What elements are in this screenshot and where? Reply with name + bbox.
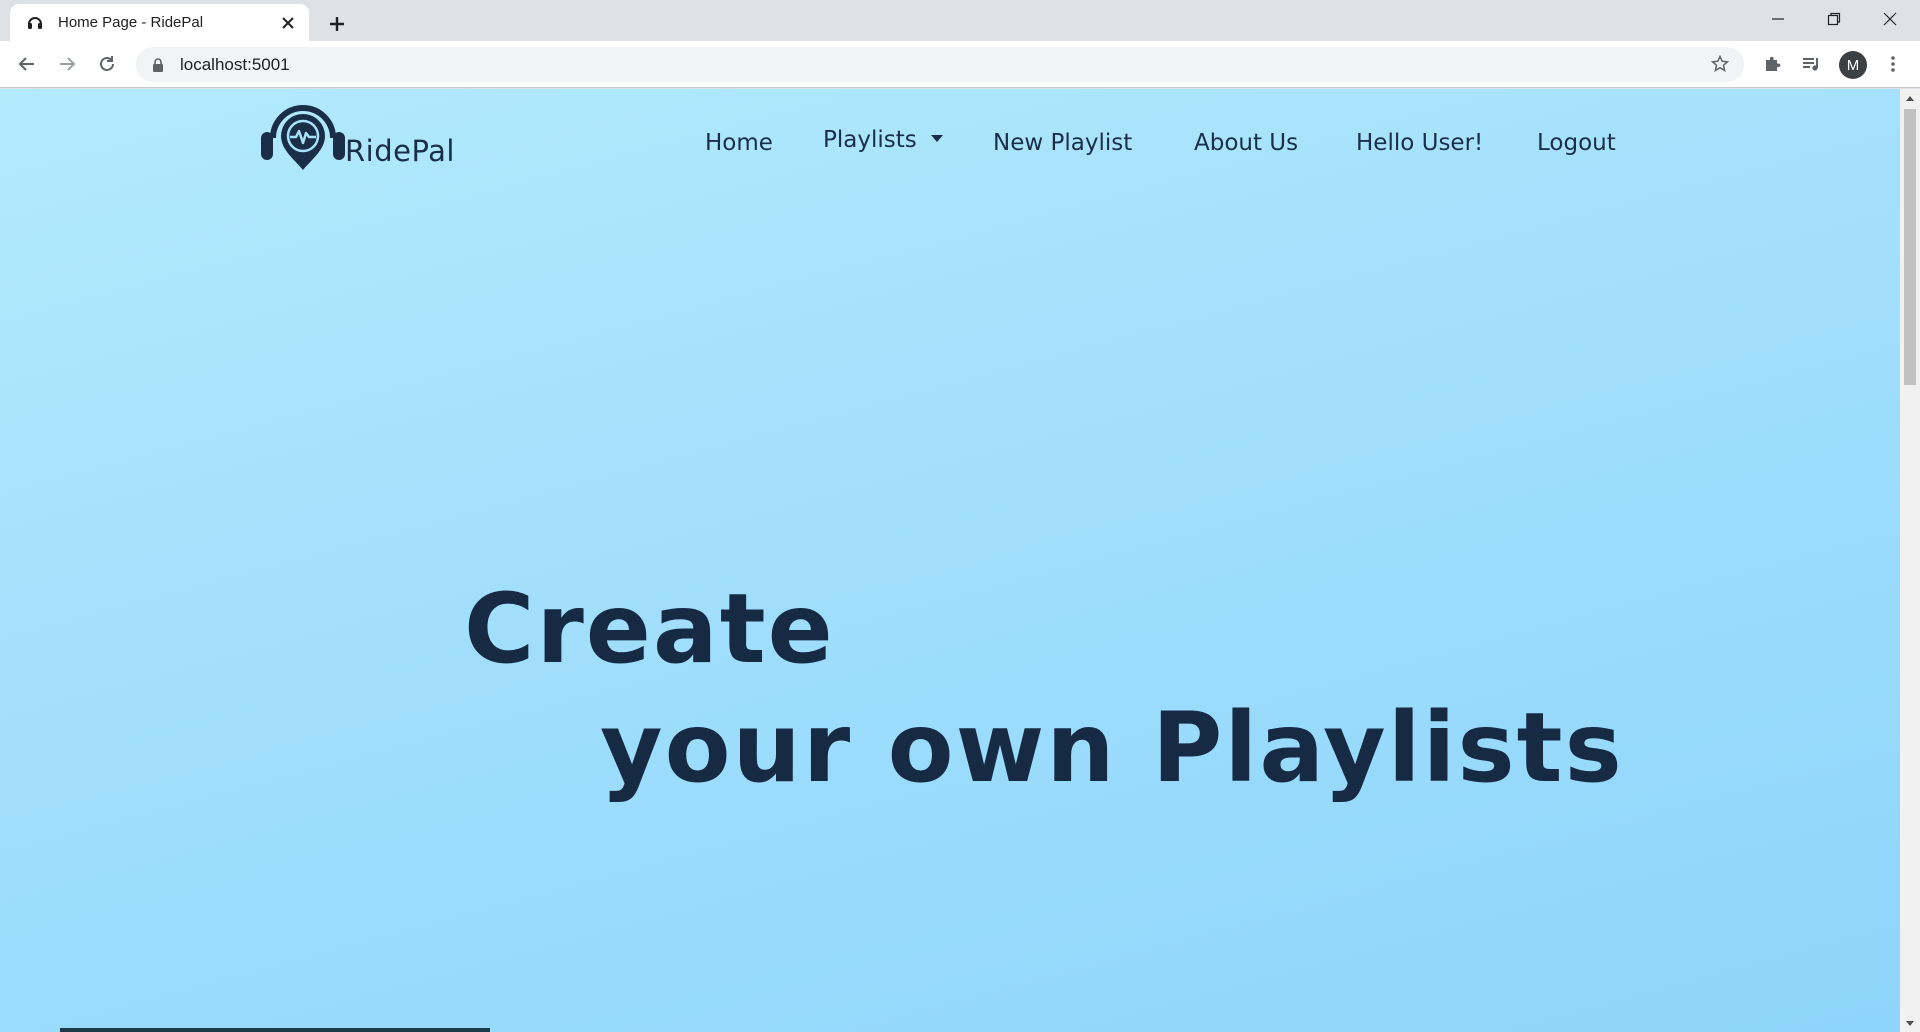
bottom-divider bbox=[60, 1028, 490, 1032]
restore-icon[interactable] bbox=[1806, 0, 1862, 38]
url-text: localhost:5001 bbox=[180, 54, 290, 74]
nav-playlists-label: Playlists bbox=[823, 127, 917, 153]
scrollbar-thumb[interactable] bbox=[1904, 109, 1916, 385]
media-queue-icon[interactable] bbox=[1795, 47, 1829, 81]
hero-heading-line1: Create bbox=[464, 573, 835, 685]
menu-kebab-icon[interactable] bbox=[1876, 47, 1910, 81]
nav-about-us[interactable]: About Us bbox=[1194, 123, 1298, 163]
browser-toolbar: localhost:5001 M bbox=[0, 41, 1920, 88]
scroll-down-arrow-icon[interactable] bbox=[1900, 1015, 1920, 1032]
profile-avatar[interactable]: M bbox=[1839, 51, 1867, 79]
new-tab-button[interactable] bbox=[319, 6, 355, 42]
lock-icon bbox=[150, 57, 166, 73]
close-window-icon[interactable] bbox=[1862, 0, 1918, 38]
nav-hello-user[interactable]: Hello User! bbox=[1356, 123, 1483, 163]
headphones-pin-logo-icon bbox=[259, 102, 347, 176]
page-viewport: RidePal Home Playlists New Playlist Abou… bbox=[0, 89, 1900, 1032]
scroll-up-arrow-icon[interactable] bbox=[1900, 89, 1920, 106]
headphones-favicon-icon bbox=[24, 12, 46, 34]
logo-text: RidePal bbox=[345, 134, 455, 168]
tab-title: Home Page - RidePal bbox=[58, 14, 204, 31]
nav-playlists-dropdown[interactable]: Playlists bbox=[823, 120, 943, 160]
site-logo[interactable]: RidePal bbox=[259, 105, 455, 176]
extensions-puzzle-icon[interactable] bbox=[1755, 47, 1789, 81]
tab-close-icon[interactable] bbox=[277, 12, 299, 34]
bookmark-star-icon[interactable] bbox=[1708, 52, 1732, 76]
browser-tab[interactable]: Home Page - RidePal bbox=[10, 4, 309, 41]
browser-tabstrip: Home Page - RidePal bbox=[0, 0, 1920, 41]
back-arrow-icon[interactable] bbox=[10, 47, 44, 81]
nav-home[interactable]: Home bbox=[705, 123, 773, 163]
nav-new-playlist[interactable]: New Playlist bbox=[993, 123, 1132, 163]
reload-icon[interactable] bbox=[90, 47, 124, 81]
caret-down-icon bbox=[930, 134, 943, 142]
minimize-icon[interactable] bbox=[1750, 0, 1806, 38]
forward-arrow-icon[interactable] bbox=[50, 47, 84, 81]
address-bar[interactable]: localhost:5001 bbox=[136, 47, 1744, 82]
nav-logout[interactable]: Logout bbox=[1537, 123, 1616, 163]
vertical-scrollbar[interactable] bbox=[1900, 89, 1920, 1032]
hero-heading-line2: your own Playlists bbox=[600, 692, 1624, 804]
